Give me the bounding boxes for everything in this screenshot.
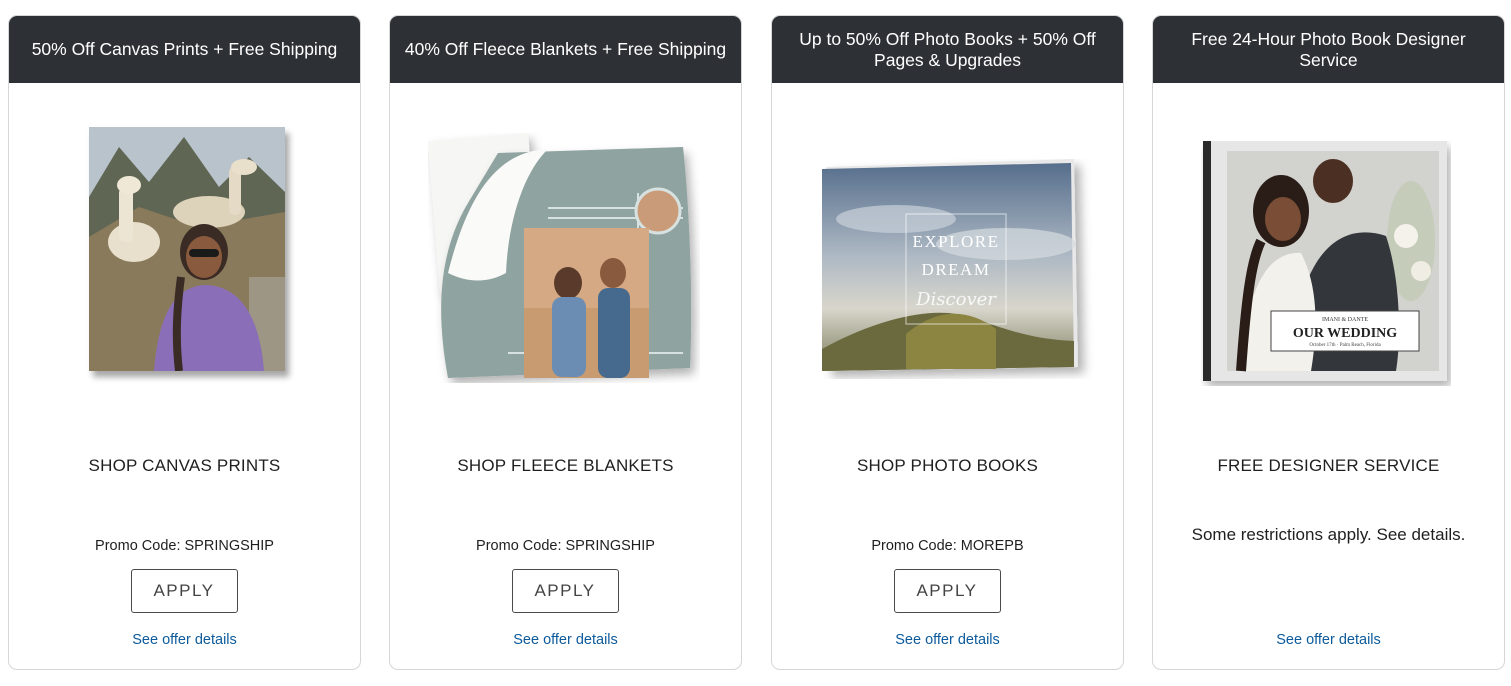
- canvas-print-product: [89, 127, 285, 371]
- photo-book-image[interactable]: EXPLORE DREAM Discover: [772, 83, 1123, 413]
- offer-card-canvas-prints: 50% Off Canvas Prints + Free Shipping SH…: [8, 15, 361, 670]
- promo-code-text: Promo Code: MOREPB: [871, 538, 1024, 554]
- restrictions-text: Some restrictions apply. See details.: [1191, 525, 1466, 544]
- see-offer-details-link[interactable]: See offer details: [9, 632, 360, 648]
- shop-photo-books-link[interactable]: SHOP PHOTO BOOKS: [772, 456, 1123, 476]
- book-cover-line1: EXPLORE: [913, 232, 1000, 251]
- see-offer-details-link[interactable]: See offer details: [772, 632, 1123, 648]
- fleece-blanket-product: [428, 133, 692, 378]
- book-cover-title: OUR WEDDING: [1293, 326, 1397, 341]
- promo-code-text: Promo Code: SPRINGSHIP: [95, 538, 274, 554]
- book-cover-line2: DREAM: [922, 260, 991, 279]
- see-offer-details-link[interactable]: See offer details: [1153, 632, 1504, 648]
- book-cover-subline: October 17th · Palm Beach, Florida: [1309, 343, 1381, 348]
- offer-header: 40% Off Fleece Blankets + Free Shipping: [390, 16, 741, 83]
- shop-canvas-prints-link[interactable]: SHOP CANVAS PRINTS: [9, 456, 360, 476]
- promo-code-text: Promo Code: SPRINGSHIP: [476, 538, 655, 554]
- apply-button[interactable]: APPLY: [893, 569, 1001, 613]
- shop-fleece-blankets-link[interactable]: SHOP FLEECE BLANKETS: [390, 456, 741, 476]
- offer-card-photo-books: Up to 50% Off Photo Books + 50% Off Page…: [771, 15, 1124, 670]
- free-designer-service-link[interactable]: FREE DESIGNER SERVICE: [1153, 456, 1504, 476]
- book-cover-line3: Discover: [915, 289, 997, 310]
- wedding-book-product: IMANI & DANTE OUR WEDDING October 17th ·…: [1203, 141, 1447, 381]
- apply-button[interactable]: APPLY: [130, 569, 238, 613]
- promo-offers-row: 50% Off Canvas Prints + Free Shipping SH…: [0, 0, 1511, 686]
- offer-card-fleece-blankets: 40% Off Fleece Blankets + Free Shipping: [389, 15, 742, 670]
- offer-card-designer-service: Free 24-Hour Photo Book Designer Service: [1152, 15, 1505, 670]
- llama-photo: [89, 127, 285, 371]
- see-offer-details-link[interactable]: See offer details: [390, 632, 741, 648]
- photo-book-product: EXPLORE DREAM Discover: [822, 159, 1078, 371]
- fleece-blanket-image[interactable]: [390, 83, 741, 413]
- canvas-print-image[interactable]: [9, 83, 360, 413]
- book-cover-names: IMANI & DANTE: [1322, 317, 1368, 323]
- offer-header: Up to 50% Off Photo Books + 50% Off Page…: [772, 16, 1123, 83]
- offer-header: Free 24-Hour Photo Book Designer Service: [1153, 16, 1504, 83]
- apply-button[interactable]: APPLY: [511, 569, 619, 613]
- offer-header: 50% Off Canvas Prints + Free Shipping: [9, 16, 360, 83]
- wedding-book-image[interactable]: IMANI & DANTE OUR WEDDING October 17th ·…: [1153, 83, 1504, 413]
